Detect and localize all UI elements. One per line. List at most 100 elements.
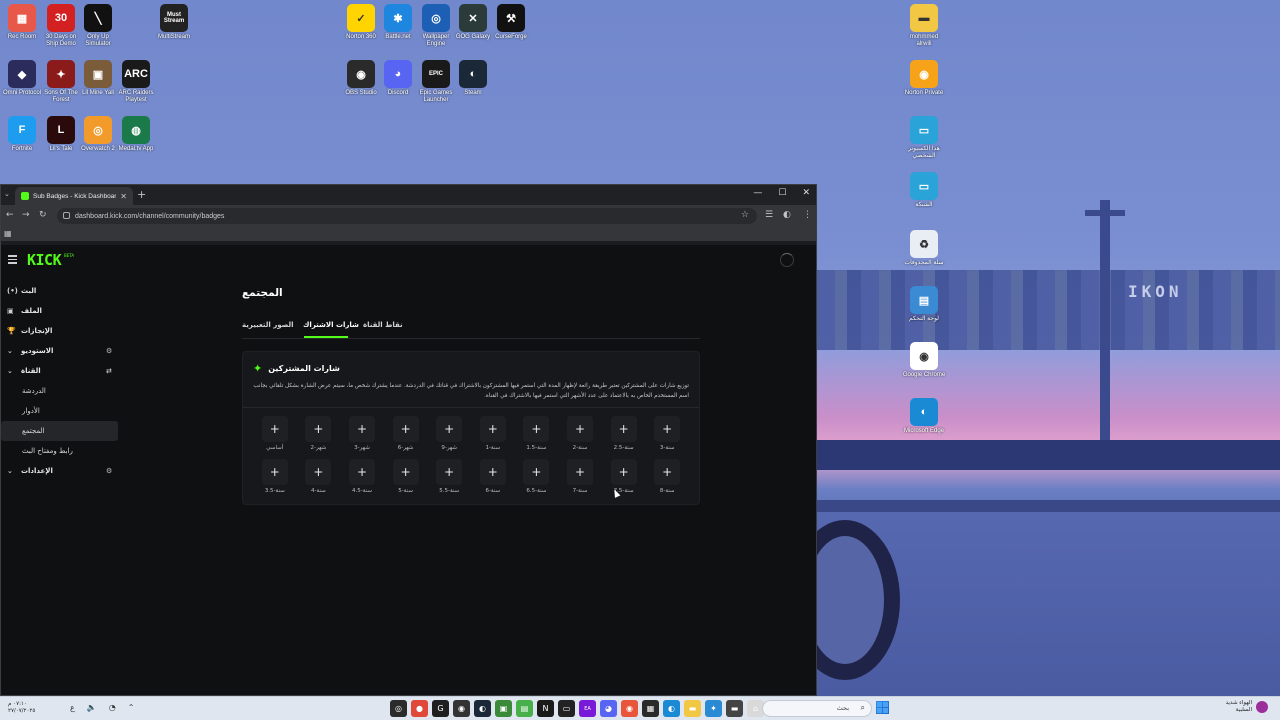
sidebar-item[interactable]: ⌄ الإعدادات ⚙ [1, 461, 121, 481]
desktop-shortcut[interactable]: ▭ الشبكة [902, 172, 946, 209]
maximize-icon[interactable]: ☐ [778, 188, 786, 198]
desktop-shortcut[interactable]: ◐ Microsoft Edge [902, 398, 946, 435]
add-badge-button[interactable]: + [305, 459, 332, 485]
sidebar-item[interactable]: المجتمع [1, 421, 118, 441]
desktop-shortcut[interactable]: ▭ هذا الكمبيوتر الشخصي [902, 116, 946, 160]
forward-icon[interactable]: → [22, 210, 30, 220]
taskbar-app-icon[interactable]: ▭ [558, 700, 575, 717]
tab-close-icon[interactable]: ✕ [120, 192, 127, 201]
add-badge-button[interactable]: + [479, 459, 506, 485]
add-badge-button[interactable]: + [654, 416, 681, 442]
site-info-icon[interactable] [63, 212, 70, 219]
desktop-shortcut[interactable]: ◉ Google Chrome [902, 342, 946, 379]
desktop-shortcut[interactable]: F Fortnite [0, 116, 44, 153]
hamburger-icon[interactable] [8, 255, 17, 266]
taskbar-app-icon[interactable]: EA [579, 700, 596, 717]
badge-tier-label: سنة-6 [485, 488, 501, 494]
menu-icon[interactable]: ⋮ [803, 210, 812, 220]
add-badge-button[interactable]: + [436, 459, 463, 485]
desktop-shortcut[interactable]: ◍ Medal.tv App [114, 116, 158, 153]
taskbar-app-icon[interactable]: G [432, 700, 449, 717]
taskbar-app-icon[interactable]: N [537, 700, 554, 717]
sidebar-item[interactable]: رابط ومفتاح البث [1, 441, 121, 461]
desktop-shortcut[interactable]: ╲ Only Up Simulator [76, 4, 120, 48]
sidebar-item[interactable]: 🏆 الإنجازات [1, 321, 121, 341]
bookmark-star-icon[interactable]: ☆ [741, 210, 749, 220]
start-button-icon[interactable] [876, 701, 889, 714]
reload-icon[interactable]: ↻ [39, 210, 47, 220]
add-badge-button[interactable]: + [348, 416, 375, 442]
profile-icon[interactable]: ◐ [783, 210, 791, 220]
taskbar-app-icon[interactable]: ✦ [705, 700, 722, 717]
add-badge-button[interactable]: + [392, 416, 419, 442]
desktop-shortcut[interactable]: ▬ mohmmed alrwili [902, 4, 946, 48]
minimize-icon[interactable]: — [753, 188, 762, 198]
add-badge-button[interactable]: + [566, 459, 593, 485]
apps-grid-icon[interactable]: ▦ [4, 229, 12, 238]
clock[interactable]: ٠٧:١٠ م ٢٧/٠٧/٢٠٢٥ [8, 701, 35, 715]
wifi-icon[interactable]: ◔ [109, 703, 116, 712]
taskbar-app-icon[interactable]: ◐ [474, 700, 491, 717]
tab-search-icon[interactable]: ⌄ [4, 190, 10, 198]
user-folder-icon: ▬ [910, 4, 938, 32]
tray-expand-icon[interactable]: ⌃ [128, 703, 135, 712]
add-badge-button[interactable]: + [610, 459, 637, 485]
kick-logo[interactable]: KICK [27, 251, 62, 269]
desktop-shortcut[interactable]: ♻ سلة المحذوفات [902, 230, 946, 267]
taskbar-app-icon[interactable]: ◉ [453, 700, 470, 717]
sidebar-action-icon[interactable]: ⚙ [106, 467, 112, 475]
desktop-shortcut[interactable]: ARC ARC Raiders Playtest [114, 60, 158, 104]
add-badge-button[interactable]: + [261, 459, 288, 485]
add-badge-button[interactable]: + [654, 459, 681, 485]
desktop-shortcut-label: Medal.tv App [118, 146, 154, 152]
sidebar-item[interactable]: الأدوار [1, 401, 121, 421]
desktop-shortcut[interactable]: ◐ Steam [451, 60, 495, 97]
sidebar-item[interactable]: ▣ الملف [1, 301, 121, 321]
add-badge-button[interactable]: + [523, 459, 550, 485]
close-icon[interactable]: ✕ [802, 188, 810, 198]
back-icon[interactable]: ← [6, 210, 14, 220]
taskbar-app-icon[interactable]: ▤ [516, 700, 533, 717]
taskbar-app-icon[interactable]: ◐ [663, 700, 680, 717]
sidebar-item[interactable]: (•) البث [1, 281, 121, 301]
language-indicator[interactable]: ع [70, 703, 75, 712]
taskbar-app-icon[interactable]: ▦ [642, 700, 659, 717]
desktop-shortcut[interactable]: ◉ Norton Private [902, 60, 946, 97]
add-badge-button[interactable]: + [436, 416, 463, 442]
desktop-shortcut[interactable]: ▤ لوحة التحكم [902, 286, 946, 323]
sidebar-item[interactable]: ⌄ القناة ⇄ [1, 361, 121, 381]
add-badge-button[interactable]: + [305, 416, 332, 442]
add-badge-button[interactable]: + [348, 459, 375, 485]
desktop-shortcut[interactable]: ⚒ CurseForge [489, 4, 533, 41]
taskbar-app-icon[interactable]: ▬ [726, 700, 743, 717]
taskbar-app-icon[interactable]: ▬ [684, 700, 701, 717]
add-badge-button[interactable]: + [479, 416, 506, 442]
browser-tab[interactable]: Sub Badges - Kick Dashboard ✕ [15, 187, 133, 205]
desktop-shortcut[interactable]: ◆ Omni Protocol [0, 60, 44, 97]
taskbar-search[interactable]: بحث ⌕ [762, 700, 872, 717]
taskbar-app-icon[interactable]: ◉ [621, 700, 638, 717]
add-badge-button[interactable]: + [566, 416, 593, 442]
tab-channel-points[interactable]: نقاط القناة [363, 321, 403, 329]
sidebar-action-icon[interactable]: ⚙ [106, 347, 112, 355]
add-badge-button[interactable]: + [523, 416, 550, 442]
taskbar-app-icon[interactable]: ◎ [390, 700, 407, 717]
new-tab-icon[interactable]: + [137, 188, 146, 201]
desktop-shortcut[interactable]: ▦ Rec Room [0, 4, 44, 41]
add-badge-button[interactable]: + [261, 416, 288, 442]
extensions-icon[interactable]: ☰ [765, 210, 773, 220]
sidebar-action-icon[interactable]: ⇄ [106, 367, 112, 375]
sidebar-item[interactable]: الدردشة [1, 381, 121, 401]
weather-widget[interactable]: الهواء شديد السلبية [1226, 700, 1268, 714]
tab-sub-badges[interactable]: شارات الاشتراك [303, 321, 359, 329]
taskbar-app-icon[interactable]: ▣ [495, 700, 512, 717]
taskbar-app-icon[interactable]: ◕ [600, 700, 617, 717]
desktop-shortcut[interactable]: Must Stream MultiStream [152, 4, 196, 41]
add-badge-button[interactable]: + [392, 459, 419, 485]
address-bar[interactable]: dashboard.kick.com/channel/community/bad… [57, 208, 757, 224]
taskbar-app-icon[interactable]: ● [411, 700, 428, 717]
add-badge-button[interactable]: + [610, 416, 637, 442]
tab-emotes[interactable]: الصور التعبيرية [242, 321, 294, 329]
volume-icon[interactable]: 🔈 [87, 703, 97, 712]
sidebar-item[interactable]: ⌄ الاستوديو ⚙ [1, 341, 121, 361]
